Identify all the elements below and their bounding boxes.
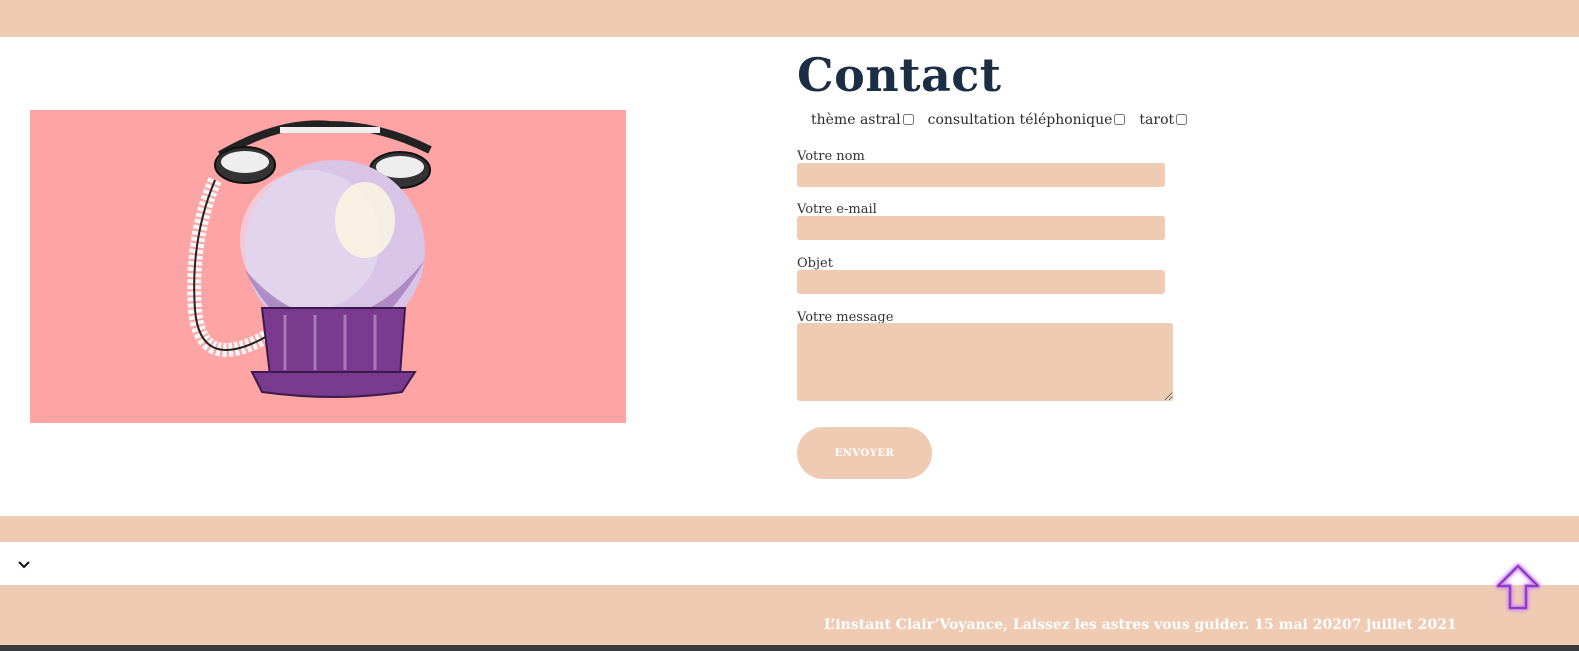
arrow-up-icon[interactable]	[1490, 560, 1546, 616]
page-title: Contact	[797, 48, 1002, 102]
chevron-down-icon[interactable]	[17, 557, 31, 571]
service-options: thème astral consultation téléphonique t…	[811, 112, 1201, 128]
send-button[interactable]: ENVOYER	[797, 427, 932, 479]
option-label: tarot	[1139, 112, 1175, 128]
consultation-telephonique-checkbox[interactable]	[1114, 114, 1126, 125]
option-theme-astral[interactable]: thème astral	[811, 112, 914, 128]
name-input[interactable]	[797, 163, 1165, 187]
option-label: thème astral	[811, 112, 901, 128]
footer	[0, 585, 1579, 645]
crystal-ball-telephone-image	[30, 110, 626, 423]
option-consultation-telephonique[interactable]: consultation téléphonique	[928, 112, 1126, 128]
option-label: consultation téléphonique	[927, 112, 1113, 128]
subject-label: Objet	[797, 256, 833, 271]
tarot-checkbox[interactable]	[1176, 114, 1188, 125]
subject-input[interactable]	[797, 270, 1165, 294]
divider-band	[0, 516, 1579, 542]
footer-text: L’instant Clair’Voyance, Laissez les ast…	[824, 617, 1457, 633]
email-label: Votre e-mail	[797, 202, 877, 217]
option-tarot[interactable]: tarot	[1139, 112, 1188, 128]
bottom-edge	[0, 645, 1579, 651]
top-band	[0, 0, 1579, 37]
name-label: Votre nom	[797, 149, 865, 164]
message-textarea[interactable]	[797, 323, 1173, 401]
email-input[interactable]	[797, 216, 1165, 240]
theme-astral-checkbox[interactable]	[902, 114, 914, 125]
